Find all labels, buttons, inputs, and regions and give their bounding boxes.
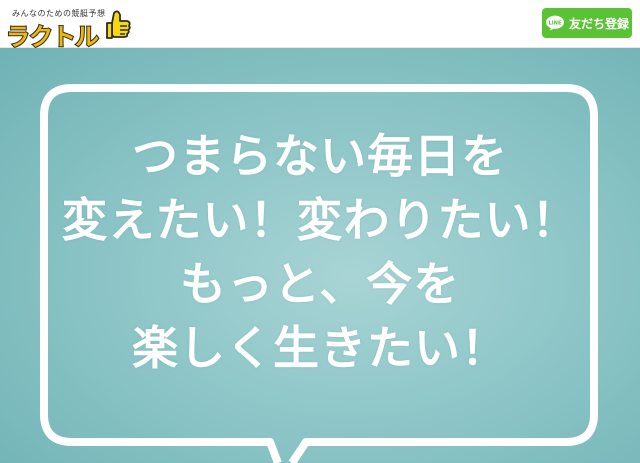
site-header: みんなのための競艇予想 ラクトル LINE 友だち登録 [0, 0, 640, 52]
line-icon-label: LINE [548, 20, 562, 26]
thumbs-up-hand-icon [106, 10, 131, 39]
hero-section: つまらない毎日を 変えたい！変わりたい！ もっと、今を 楽しく生きたい！ [0, 48, 640, 463]
headline-line-1: つまらない毎日を [132, 129, 508, 183]
headline-line-3: もっと、今を [179, 257, 461, 311]
line-add-friend-button[interactable]: LINE 友だち登録 [542, 8, 632, 38]
page: みんなのための競艇予想 ラクトル LINE 友だち登録 つまらない毎日を 変えた… [0, 0, 640, 463]
hero-headline: つまらない毎日を 変えたい！変わりたい！ もっと、今を 楽しく生きたい！ [40, 124, 600, 380]
line-button-label: 友だち登録 [568, 16, 629, 31]
headline-line-4: 楽しく生きたい！ [132, 321, 508, 375]
line-icon: LINE [545, 15, 564, 31]
logo-text: ラクトル [5, 22, 100, 52]
headline-line-2: 変えたい！変わりたい！ [61, 193, 579, 247]
site-logo[interactable]: みんなのための競艇予想 ラクトル [4, 4, 134, 52]
